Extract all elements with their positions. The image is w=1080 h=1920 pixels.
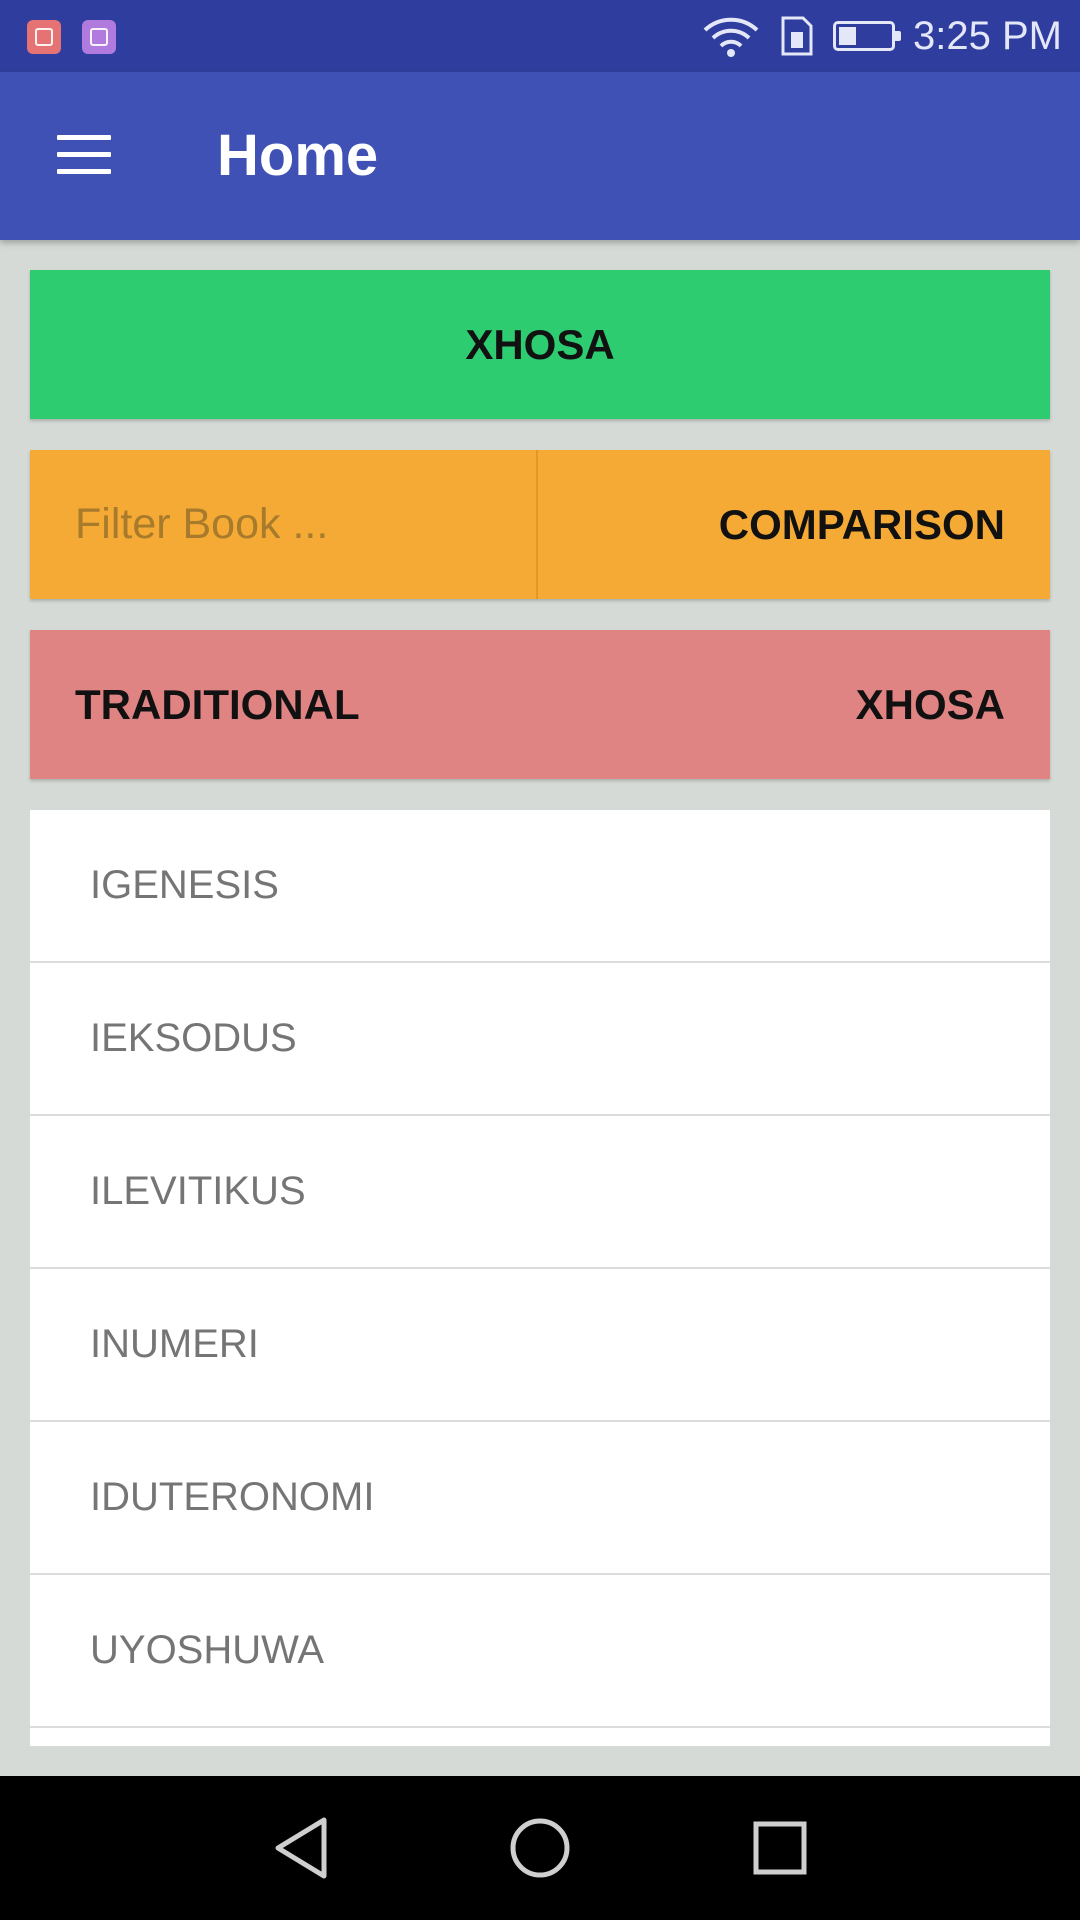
list-item[interactable]: IEKSODUS bbox=[30, 963, 1050, 1116]
wifi-icon bbox=[703, 17, 759, 57]
list-item[interactable]: IGENESIS bbox=[30, 810, 1050, 963]
app-bar: Home bbox=[0, 72, 1080, 240]
comparison-button[interactable]: COMPARISON bbox=[538, 450, 1050, 599]
filter-row: COMPARISON bbox=[30, 450, 1050, 599]
hamburger-menu-icon[interactable] bbox=[57, 135, 111, 175]
system-nav-bar bbox=[0, 1776, 1080, 1920]
home-icon[interactable] bbox=[490, 1798, 590, 1898]
image-icon bbox=[82, 20, 116, 54]
version-toggle-row: TRADITIONAL XHOSA bbox=[30, 630, 1050, 779]
list-item[interactable]: IDUTERONOMI bbox=[30, 1422, 1050, 1575]
language-button[interactable]: XHOSA bbox=[30, 270, 1050, 419]
list-item[interactable] bbox=[30, 1728, 1050, 1746]
book-list[interactable]: IGENESIS IEKSODUS ILEVITIKUS INUMERI IDU… bbox=[30, 810, 1050, 1746]
xhosa-version-button[interactable]: XHOSA bbox=[856, 681, 1005, 729]
list-item[interactable]: INUMERI bbox=[30, 1269, 1050, 1422]
filter-book-input[interactable] bbox=[30, 450, 538, 599]
sim-icon bbox=[781, 16, 813, 56]
status-time: 3:25 PM bbox=[913, 13, 1062, 58]
list-item[interactable]: ILEVITIKUS bbox=[30, 1116, 1050, 1269]
back-icon[interactable] bbox=[250, 1798, 350, 1898]
page-title: Home bbox=[217, 123, 379, 188]
recents-icon[interactable] bbox=[730, 1798, 830, 1898]
inbox-icon bbox=[27, 20, 61, 54]
list-item[interactable]: UYOSHUWA bbox=[30, 1575, 1050, 1728]
traditional-button[interactable]: TRADITIONAL bbox=[75, 681, 360, 729]
battery-icon bbox=[833, 21, 902, 51]
status-bar: 3:25 PM bbox=[0, 0, 1080, 72]
